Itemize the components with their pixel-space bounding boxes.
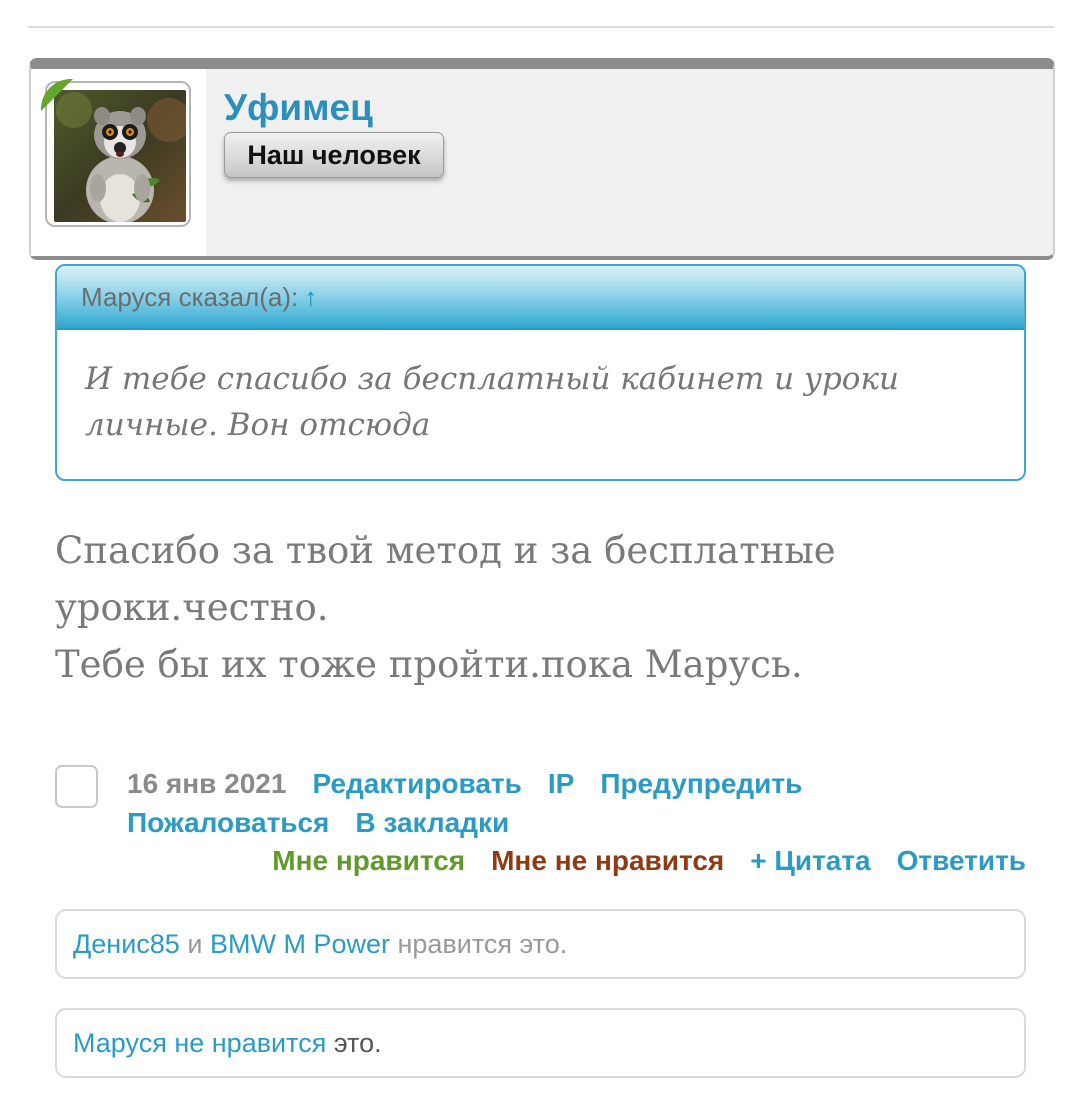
dislikes-suffix: это. — [333, 1028, 382, 1058]
dislikes-summary: Маруся не нравится это. — [55, 1008, 1026, 1078]
quote-line: И тебе спасибо за бесплатный кабинет и у… — [85, 361, 899, 397]
reply-button[interactable]: Ответить — [897, 845, 1026, 876]
quote-block: Маруся сказал(а): ↑ И тебе спасибо за бес… — [55, 264, 1026, 481]
quote-author: Маруся сказал(а): — [81, 282, 299, 312]
jump-to-quote-arrow-icon[interactable]: ↑ — [304, 282, 317, 312]
like-button[interactable]: Мне нравится — [272, 845, 465, 876]
quote-header: Маруся сказал(а): ↑ — [57, 266, 1024, 330]
post-meta-links: 16 янв 2021 Редактировать IP Предупредить По… — [127, 764, 1027, 842]
likes-summary: Денис85 и BMW M Power нравится это. — [55, 909, 1026, 979]
post-date[interactable]: 16 янв 2021 — [127, 768, 286, 799]
liker-user-link[interactable]: Денис85 — [73, 929, 180, 959]
post-actions: Мне нравится Мне не нравится + Цитата Ответ… — [246, 841, 1026, 880]
report-link[interactable]: Пожаловаться — [127, 807, 329, 838]
warn-link[interactable]: Предупредить — [600, 768, 802, 799]
user-title-badge: Наш человек — [224, 132, 444, 178]
avatar[interactable] — [45, 81, 191, 227]
message-line: Спасибо за твой метод и за бесплатные — [55, 529, 836, 572]
ip-link[interactable]: IP — [548, 768, 574, 799]
post-author-name[interactable]: Уфимец — [224, 87, 373, 129]
quote-button[interactable]: + Цитата — [750, 845, 870, 876]
select-post-checkbox[interactable] — [55, 765, 98, 808]
lemur-avatar-icon — [54, 90, 186, 222]
quote-line: личные. Вон отсюда — [85, 407, 431, 443]
message-line: Тебе бы их тоже пройти.пока Марусь. — [55, 643, 803, 686]
avatar-area — [31, 69, 206, 256]
post-author-header: Уфимец Наш человек — [29, 58, 1055, 260]
top-divider — [28, 26, 1054, 28]
quote-text: И тебе спасибо за бесплатный кабинет и у… — [57, 330, 1024, 448]
likes-suffix: нравится это. — [397, 929, 568, 959]
dislike-button[interactable]: Мне не нравится — [491, 845, 724, 876]
likes-conjunction: и — [187, 929, 203, 959]
post-message: Спасибо за твой метод и за бесплатные ур… — [55, 522, 1015, 693]
liker-user-link[interactable]: BMW M Power — [210, 929, 390, 959]
bookmark-link[interactable]: В закладки — [355, 807, 509, 838]
disliker-user-link[interactable]: Маруся не нравится — [73, 1028, 326, 1058]
message-line: уроки.честно. — [55, 586, 329, 629]
edit-link[interactable]: Редактировать — [312, 768, 521, 799]
